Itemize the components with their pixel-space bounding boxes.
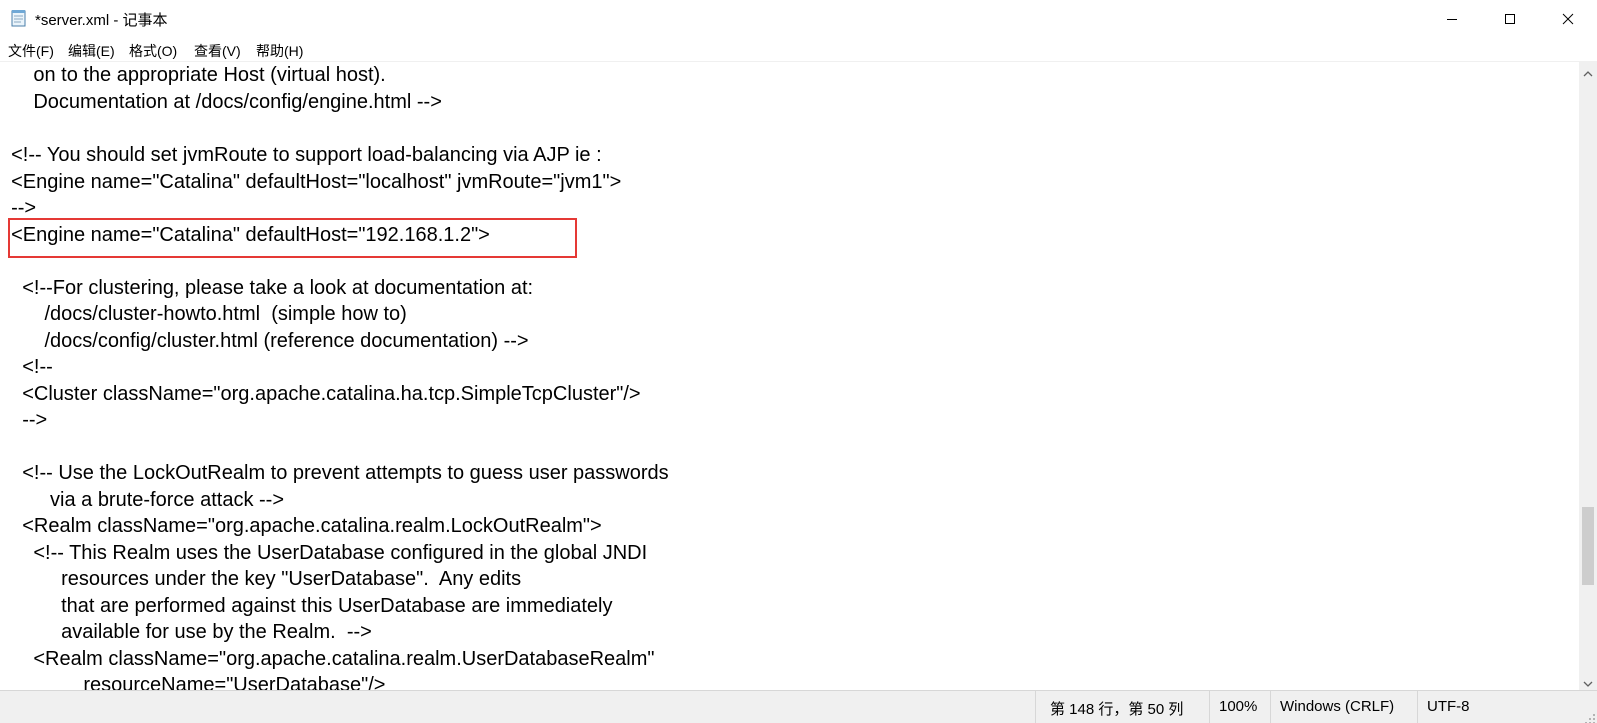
chevron-up-icon xyxy=(1583,62,1593,81)
code-line: on to the appropriate Host (virtual host… xyxy=(0,64,386,86)
code-line: <Cluster className="org.apache.catalina.… xyxy=(0,383,641,405)
maximize-icon xyxy=(1504,13,1516,25)
code-line: <!-- xyxy=(0,356,53,378)
status-bar: 第 148 行，第 50 列 100% Windows (CRLF) UTF-8 xyxy=(0,690,1597,723)
code-line: <!-- Use the LockOutRealm to prevent att… xyxy=(0,462,669,484)
code-line: <Engine name="Catalina" defaultHost="loc… xyxy=(0,171,622,193)
title-bar[interactable]: *server.xml - 记事本 xyxy=(0,0,1597,37)
status-separator xyxy=(1417,691,1418,723)
maximize-button[interactable] xyxy=(1481,0,1539,37)
code-line: resourceName="UserDatabase"/> xyxy=(0,674,386,690)
cursor-position: 第 148 行，第 50 列 xyxy=(1050,701,1184,718)
code-line: <!--For clustering, please take a look a… xyxy=(0,277,534,299)
menu-help[interactable]: 帮助(H) xyxy=(256,41,303,61)
text-editor[interactable]: on to the appropriate Host (virtual host… xyxy=(0,62,1579,690)
menu-format[interactable]: 格式(O) xyxy=(129,41,177,61)
line-ending: Windows (CRLF) xyxy=(1280,698,1395,715)
code-line: <!-- You should set jvmRoute to support … xyxy=(0,144,602,166)
code-line: <!-- This Realm uses the UserDatabase co… xyxy=(0,542,648,564)
code-line: via a brute-force attack --> xyxy=(0,489,284,511)
window-title: *server.xml - 记事本 xyxy=(35,12,168,29)
code-line: <Engine name="Catalina" defaultHost="192… xyxy=(0,224,490,246)
zoom-level: 100% xyxy=(1219,698,1258,715)
status-separator xyxy=(1035,691,1036,723)
code-line: /docs/config/cluster.html (reference doc… xyxy=(0,330,529,352)
menu-edit[interactable]: 编辑(E) xyxy=(68,41,115,61)
menu-bar: 文件(F) 编辑(E) 格式(O) 查看(V) 帮助(H) xyxy=(0,37,1597,62)
scroll-down-button[interactable] xyxy=(1579,672,1597,690)
code-line: --> xyxy=(0,409,48,431)
menu-file[interactable]: 文件(F) xyxy=(8,41,54,61)
notepad-icon xyxy=(11,9,27,27)
close-icon xyxy=(1562,13,1574,25)
code-line: Documentation at /docs/config/engine.htm… xyxy=(0,91,442,113)
menu-view[interactable]: 查看(V) xyxy=(194,41,241,61)
resize-grip-icon[interactable] xyxy=(1584,710,1596,723)
encoding: UTF-8 xyxy=(1427,698,1470,715)
code-line: --> xyxy=(0,197,37,219)
scrollbar-thumb[interactable] xyxy=(1582,507,1594,585)
code-line: available for use by the Realm. --> xyxy=(0,621,372,643)
close-button[interactable] xyxy=(1539,0,1597,37)
scroll-up-button[interactable] xyxy=(1579,62,1597,80)
minimize-button[interactable] xyxy=(1423,0,1481,37)
code-line: <Realm className="org.apache.catalina.re… xyxy=(0,515,602,537)
status-separator xyxy=(1209,691,1210,723)
code-line: <Realm className="org.apache.catalina.re… xyxy=(0,648,655,670)
status-separator xyxy=(1270,691,1271,723)
minimize-icon xyxy=(1446,13,1458,25)
code-line: that are performed against this UserData… xyxy=(0,595,613,617)
vertical-scrollbar[interactable] xyxy=(1579,62,1597,690)
code-line: /docs/cluster-howto.html (simple how to) xyxy=(0,303,407,325)
chevron-down-icon xyxy=(1583,672,1593,691)
code-line: resources under the key "UserDatabase". … xyxy=(0,568,522,590)
